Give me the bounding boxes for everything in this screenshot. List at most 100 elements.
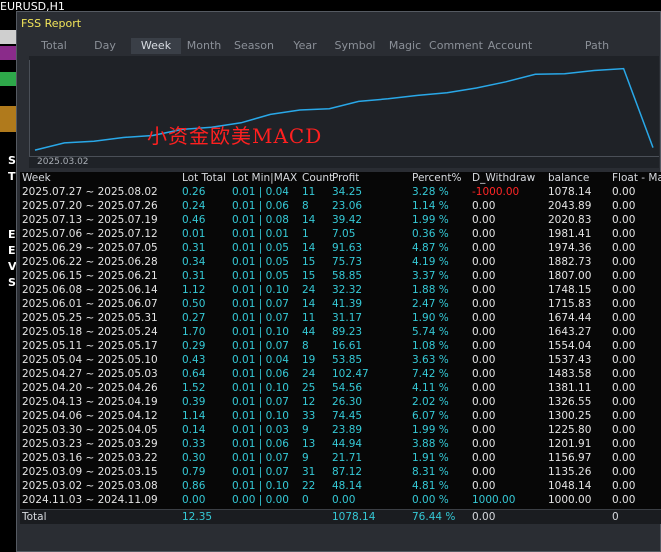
col-header-lot-total[interactable]: Lot Total bbox=[182, 172, 226, 185]
cell-count: 14 bbox=[302, 242, 316, 254]
cell-percent: 1.91 % bbox=[412, 452, 449, 464]
cell-lot-min-max: 0.01 | 0.06 bbox=[232, 368, 289, 380]
col-header-balance[interactable]: balance bbox=[548, 172, 589, 185]
cell-balance: 1326.55 bbox=[548, 396, 592, 408]
fss-report-panel: FSS Report Total Day Week Month Season Y… bbox=[16, 11, 661, 552]
cell-profit: 102.47 bbox=[332, 368, 369, 380]
cell-d-withdraw: 0.00 bbox=[472, 326, 496, 338]
tab-season[interactable]: Season bbox=[231, 38, 277, 54]
tab-total[interactable]: Total bbox=[31, 38, 77, 54]
col-header-profit[interactable]: Profit bbox=[332, 172, 359, 185]
table-row[interactable]: 2025.06.29 ~ 2025.07.05 0.31 0.01 | 0.05 14… bbox=[20, 242, 661, 255]
col-header-d-withdraw[interactable]: D_Withdraw bbox=[472, 172, 535, 185]
cell-d-withdraw: 0.00 bbox=[472, 452, 496, 464]
cell-week: 2025.06.29 ~ 2025.07.05 bbox=[22, 242, 158, 254]
tab-magic[interactable]: Magic bbox=[385, 38, 425, 54]
table-row[interactable]: 2025.03.09 ~ 2025.03.15 0.79 0.01 | 0.07 31… bbox=[20, 466, 661, 479]
cell-lot-min-max: 0.01 | 0.10 bbox=[232, 382, 289, 394]
table-row[interactable]: 2025.03.16 ~ 2025.03.22 0.30 0.01 | 0.07 9 2… bbox=[20, 452, 661, 465]
cell-count: 24 bbox=[302, 368, 316, 380]
cell-count: 11 bbox=[302, 186, 316, 198]
cell-float-max: 0.00 bbox=[612, 186, 636, 198]
cell-profit: 34.25 bbox=[332, 186, 363, 198]
cell-lot-total: 0.27 bbox=[182, 312, 206, 324]
tab-account[interactable]: Account bbox=[485, 38, 535, 54]
cell-balance: 2020.83 bbox=[548, 214, 592, 226]
col-header-count[interactable]: Count bbox=[302, 172, 333, 185]
col-header-float-max[interactable]: Float - Max bbox=[612, 172, 661, 185]
tab-comment[interactable]: Comment bbox=[429, 38, 483, 54]
cell-lot-min-max: 0.01 | 0.07 bbox=[232, 452, 289, 464]
cell-lot-min-max: 0.01 | 0.06 bbox=[232, 438, 289, 450]
cell-lot-min-max: 0.01 | 0.03 bbox=[232, 424, 289, 436]
table-row[interactable]: 2025.04.20 ~ 2025.04.26 1.52 0.01 | 0.10 25… bbox=[20, 382, 661, 395]
cell-percent: 4.19 % bbox=[412, 256, 449, 268]
cell-profit: 21.71 bbox=[332, 452, 363, 464]
table-row[interactable]: 2025.06.01 ~ 2025.06.07 0.50 0.01 | 0.07 14… bbox=[20, 298, 661, 311]
table-row[interactable]: 2025.07.13 ~ 2025.07.19 0.46 0.01 | 0.08 14… bbox=[20, 214, 661, 227]
table-row[interactable]: 2025.04.06 ~ 2025.04.12 1.14 0.01 | 0.10 33… bbox=[20, 410, 661, 423]
table-row[interactable]: 2025.06.08 ~ 2025.06.14 1.12 0.01 | 0.10 24… bbox=[20, 284, 661, 297]
cell-lot-min-max: 0.01 | 0.07 bbox=[232, 312, 289, 324]
tab-symbol[interactable]: Symbol bbox=[333, 38, 377, 54]
cell-balance: 1225.80 bbox=[548, 424, 592, 436]
cell-profit: 26.30 bbox=[332, 396, 363, 408]
cell-lot-min-max: 0.01 | 0.10 bbox=[232, 480, 289, 492]
cell-balance: 1554.04 bbox=[548, 340, 592, 352]
cell-lot-total: 0.86 bbox=[182, 480, 206, 492]
table-row[interactable]: 2025.05.25 ~ 2025.05.31 0.27 0.01 | 0.07 11… bbox=[20, 312, 661, 325]
table-row[interactable]: 2025.04.13 ~ 2025.04.19 0.39 0.01 | 0.07 12… bbox=[20, 396, 661, 409]
cell-percent: 1.99 % bbox=[412, 214, 449, 226]
table-row[interactable]: 2025.06.15 ~ 2025.06.21 0.31 0.01 | 0.05 15… bbox=[20, 270, 661, 283]
cell-count: 9 bbox=[302, 452, 309, 464]
table-row[interactable]: 2025.07.20 ~ 2025.07.26 0.24 0.01 | 0.06 8 2… bbox=[20, 200, 661, 213]
cell-profit: 44.94 bbox=[332, 438, 363, 450]
table-row[interactable]: 2025.04.27 ~ 2025.05.03 0.64 0.01 | 0.06 24… bbox=[20, 368, 661, 381]
cell-d-withdraw: 0.00 bbox=[472, 242, 496, 254]
table-row[interactable]: 2025.07.27 ~ 2025.08.02 0.26 0.01 | 0.04 11… bbox=[20, 186, 661, 199]
table-row[interactable]: 2025.07.06 ~ 2025.07.12 0.01 0.01 | 0.01 1 7… bbox=[20, 228, 661, 241]
chart-x-tick-label: 2025.03.02 bbox=[37, 157, 89, 167]
tab-day[interactable]: Day bbox=[87, 38, 123, 54]
cell-count: 24 bbox=[302, 284, 316, 296]
table-row[interactable]: 2025.03.23 ~ 2025.03.29 0.33 0.01 | 0.06 13… bbox=[20, 438, 661, 451]
col-header-week[interactable]: Week bbox=[22, 172, 51, 185]
cell-d-withdraw: 0.00 bbox=[472, 256, 496, 268]
total-label: Total bbox=[22, 511, 47, 523]
cell-profit: 32.32 bbox=[332, 284, 363, 296]
col-header-percent[interactable]: Percent% bbox=[412, 172, 462, 185]
cell-percent: 1.90 % bbox=[412, 312, 449, 324]
tab-year[interactable]: Year bbox=[287, 38, 323, 54]
cell-week: 2025.07.06 ~ 2025.07.12 bbox=[22, 228, 158, 240]
cell-count: 44 bbox=[302, 326, 316, 338]
table-row[interactable]: 2025.05.11 ~ 2025.05.17 0.29 0.01 | 0.07 8 1… bbox=[20, 340, 661, 353]
cell-profit: 54.56 bbox=[332, 382, 363, 394]
cell-week: 2025.05.18 ~ 2025.05.24 bbox=[22, 326, 158, 338]
cell-float-max: 0.00 bbox=[612, 214, 636, 226]
cell-lot-min-max: 0.01 | 0.07 bbox=[232, 466, 289, 478]
tab-path[interactable]: Path bbox=[577, 38, 617, 54]
cell-count: 15 bbox=[302, 270, 316, 282]
cell-float-max: 0.00 bbox=[612, 424, 636, 436]
cell-lot-total: 0.43 bbox=[182, 354, 206, 366]
report-tabs: Total Day Week Month Season Year Symbol … bbox=[17, 38, 661, 54]
col-header-lot-min-max[interactable]: Lot Min|MAX bbox=[232, 172, 297, 185]
balance-chart: 2025.03.02 bbox=[29, 56, 659, 168]
cell-d-withdraw: 0.00 bbox=[472, 284, 496, 296]
cell-d-withdraw: 0.00 bbox=[472, 410, 496, 422]
tab-month[interactable]: Month bbox=[183, 38, 225, 54]
cell-profit: 89.23 bbox=[332, 326, 363, 338]
cell-count: 9 bbox=[302, 424, 309, 436]
cell-percent: 1.88 % bbox=[412, 284, 449, 296]
table-row[interactable]: 2024.11.03 ~ 2024.11.09 0.00 0.00 | 0.00 0 0… bbox=[20, 494, 661, 507]
cell-d-withdraw: 0.00 bbox=[472, 228, 496, 240]
table-row[interactable]: 2025.03.30 ~ 2025.04.05 0.14 0.01 | 0.03 9 2… bbox=[20, 424, 661, 437]
cell-balance: 1483.58 bbox=[548, 368, 592, 380]
table-row[interactable]: 2025.05.04 ~ 2025.05.10 0.43 0.01 | 0.04 19… bbox=[20, 354, 661, 367]
table-row[interactable]: 2025.03.02 ~ 2025.03.08 0.86 0.01 | 0.10 22… bbox=[20, 480, 661, 493]
cell-float-max: 0.00 bbox=[612, 242, 636, 254]
side-label: E bbox=[8, 228, 16, 241]
tab-week[interactable]: Week bbox=[131, 38, 181, 54]
table-row[interactable]: 2025.06.22 ~ 2025.06.28 0.34 0.01 | 0.05 15… bbox=[20, 256, 661, 269]
table-row[interactable]: 2025.05.18 ~ 2025.05.24 1.70 0.01 | 0.10 44… bbox=[20, 326, 661, 339]
